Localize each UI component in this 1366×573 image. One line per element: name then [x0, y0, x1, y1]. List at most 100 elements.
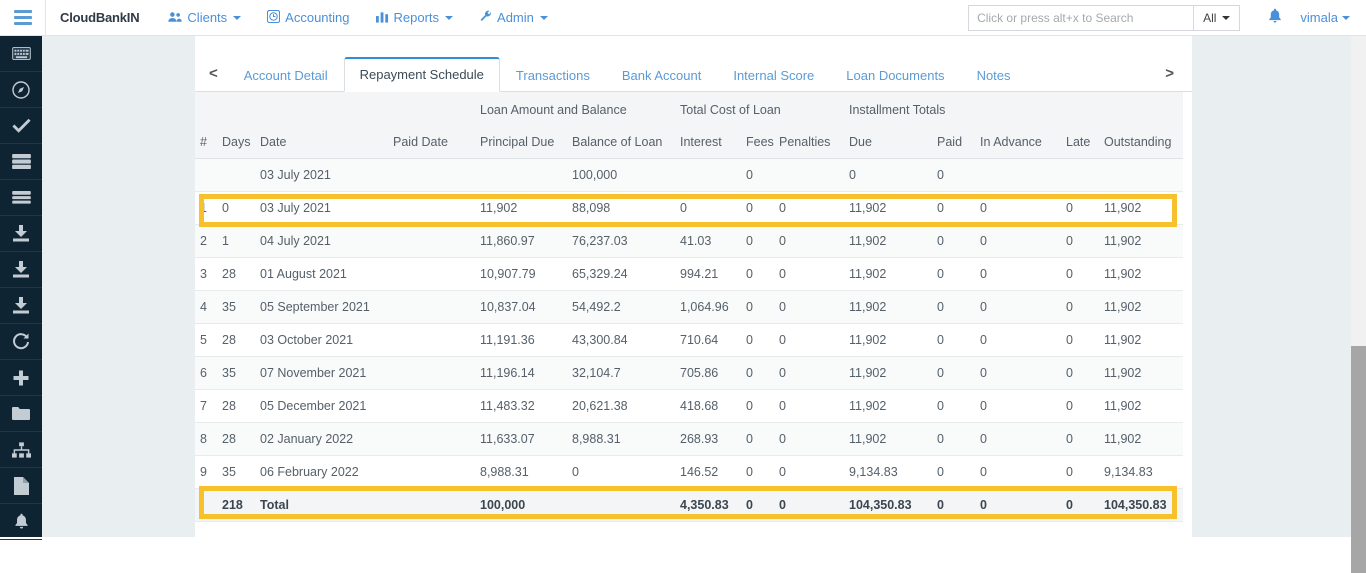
nav-item-accounting[interactable]: Accounting [254, 0, 362, 35]
table-row[interactable]: 52803 October 202111,191.3643,300.84710.… [195, 324, 1183, 357]
cell-outstanding: 11,902 [1099, 258, 1183, 291]
col-interest[interactable]: Interest [675, 127, 741, 159]
table-row[interactable]: 63507 November 202111,196.1432,104.7705.… [195, 357, 1183, 390]
cell-days: 35 [217, 357, 255, 390]
cell-balance-of-loan: 100,000 [567, 159, 675, 192]
col-fees[interactable]: Fees [741, 127, 774, 159]
table-row-total[interactable]: 218Total100,0004,350.8300104,350.8300010… [195, 489, 1183, 522]
group-header-total-cost-of-loan: Total Cost of Loan [675, 92, 844, 127]
cell-fees: 0 [741, 390, 774, 423]
cell-penalties: 0 [774, 324, 844, 357]
cell-paid: 0 [932, 324, 975, 357]
search-input[interactable] [968, 5, 1193, 31]
col-number[interactable]: # [195, 127, 217, 159]
chevron-down-icon [1342, 16, 1350, 20]
table-row[interactable]: 72805 December 202111,483.3220,621.38418… [195, 390, 1183, 423]
cell-in-advance: 0 [975, 357, 1061, 390]
group-header-installment-totals: Installment Totals [844, 92, 1183, 127]
nav-label: Reports [394, 10, 440, 25]
cell-due: 11,902 [844, 423, 932, 456]
cell-interest: 4,350.83 [675, 489, 741, 522]
nav-label: Clients [187, 10, 227, 25]
table-row[interactable]: 03 July 2021100,000000 [195, 159, 1183, 192]
refresh-icon[interactable] [0, 324, 42, 360]
cell-paid-date [388, 489, 475, 522]
topbar-right-group: All vimala [968, 5, 1366, 31]
col-balance-of-loan[interactable]: Balance of Loan [567, 127, 675, 159]
table-row[interactable]: 2104 July 202111,860.9776,237.0341.03001… [195, 225, 1183, 258]
cell-in-advance: 0 [975, 390, 1061, 423]
cell-penalties: 0 [774, 423, 844, 456]
cell-interest: 41.03 [675, 225, 741, 258]
keyboard-icon[interactable] [0, 36, 42, 72]
vertical-scrollbar-thumb[interactable] [1351, 346, 1366, 573]
cell-days [217, 159, 255, 192]
cell-balance-of-loan [567, 489, 675, 522]
table-row[interactable]: 82802 January 202211,633.078,988.31268.9… [195, 423, 1183, 456]
tabs-prev-arrow[interactable]: < [201, 65, 228, 91]
cell-outstanding [1099, 159, 1183, 192]
cell-in-advance: 0 [975, 291, 1061, 324]
tab-account-detail[interactable]: Account Detail [228, 58, 344, 92]
col-late[interactable]: Late [1061, 127, 1099, 159]
col-date[interactable]: Date [255, 127, 388, 159]
vertical-scrollbar-track[interactable] [1351, 36, 1366, 537]
cell-fees: 0 [741, 258, 774, 291]
tab-bank-account[interactable]: Bank Account [606, 58, 718, 92]
tab-notes[interactable]: Notes [961, 58, 1027, 92]
server-icon[interactable] [0, 144, 42, 180]
compass-icon[interactable] [0, 72, 42, 108]
cell-due: 11,902 [844, 324, 932, 357]
cell-in-advance: 0 [975, 423, 1061, 456]
nav-item-reports[interactable]: Reports [363, 0, 467, 35]
cell-days: 35 [217, 456, 255, 489]
col-due[interactable]: Due [844, 127, 932, 159]
user-menu[interactable]: vimala [1300, 10, 1350, 25]
cell-in-advance: 0 [975, 225, 1061, 258]
table-row[interactable]: 93506 February 20228,988.310146.52009,13… [195, 456, 1183, 489]
tab-internal-score[interactable]: Internal Score [717, 58, 830, 92]
folder-icon[interactable] [0, 396, 42, 432]
app-brand[interactable]: CloudBankIN [46, 10, 155, 25]
table-row[interactable]: 32801 August 202110,907.7965,329.24994.2… [195, 258, 1183, 291]
col-outstanding[interactable]: Outstanding [1099, 127, 1183, 159]
file-icon[interactable] [0, 468, 42, 504]
bell-icon[interactable] [0, 504, 42, 540]
bell-icon[interactable] [1240, 8, 1300, 28]
col-penalties[interactable]: Penalties [774, 127, 844, 159]
col-principal-due[interactable]: Principal Due [475, 127, 567, 159]
tab-repayment-schedule[interactable]: Repayment Schedule [344, 57, 500, 92]
check-icon[interactable] [0, 108, 42, 144]
sitemap-icon[interactable] [0, 432, 42, 468]
download-3-icon[interactable] [0, 288, 42, 324]
cell-paid: 0 [932, 390, 975, 423]
cell-fees: 0 [741, 159, 774, 192]
cell-outstanding: 104,350.83 [1099, 489, 1183, 522]
col-paid-date[interactable]: Paid Date [388, 127, 475, 159]
col-in-advance[interactable]: In Advance [975, 127, 1061, 159]
cell-in-advance: 0 [975, 258, 1061, 291]
cell-interest: 994.21 [675, 258, 741, 291]
cell-date: 06 February 2022 [255, 456, 388, 489]
col-paid[interactable]: Paid [932, 127, 975, 159]
hamburger-icon[interactable] [0, 0, 46, 35]
cell-due: 11,902 [844, 225, 932, 258]
col-days[interactable]: Days [217, 127, 255, 159]
table-row[interactable]: 43505 September 202110,837.0454,492.21,0… [195, 291, 1183, 324]
list-icon[interactable] [0, 180, 42, 216]
nav-item-admin[interactable]: Admin [466, 0, 561, 35]
download-2-icon[interactable] [0, 252, 42, 288]
plus-icon[interactable] [0, 360, 42, 396]
search-scope-dropdown[interactable]: All [1193, 5, 1240, 31]
tab-loan-documents[interactable]: Loan Documents [830, 58, 960, 92]
table-row[interactable]: 1003 July 202111,90288,09800011,90200011… [195, 192, 1183, 225]
cell-paid: 0 [932, 423, 975, 456]
download-1-icon[interactable] [0, 216, 42, 252]
tab-bar: < Account Detail Repayment Schedule Tran… [195, 54, 1192, 92]
cell-number: 5 [195, 324, 217, 357]
cell-outstanding: 9,134.83 [1099, 456, 1183, 489]
nav-item-clients[interactable]: Clients [155, 0, 254, 35]
tab-transactions[interactable]: Transactions [500, 58, 606, 92]
chevron-down-icon [1222, 16, 1230, 20]
tabs-next-arrow[interactable]: > [1157, 65, 1186, 91]
